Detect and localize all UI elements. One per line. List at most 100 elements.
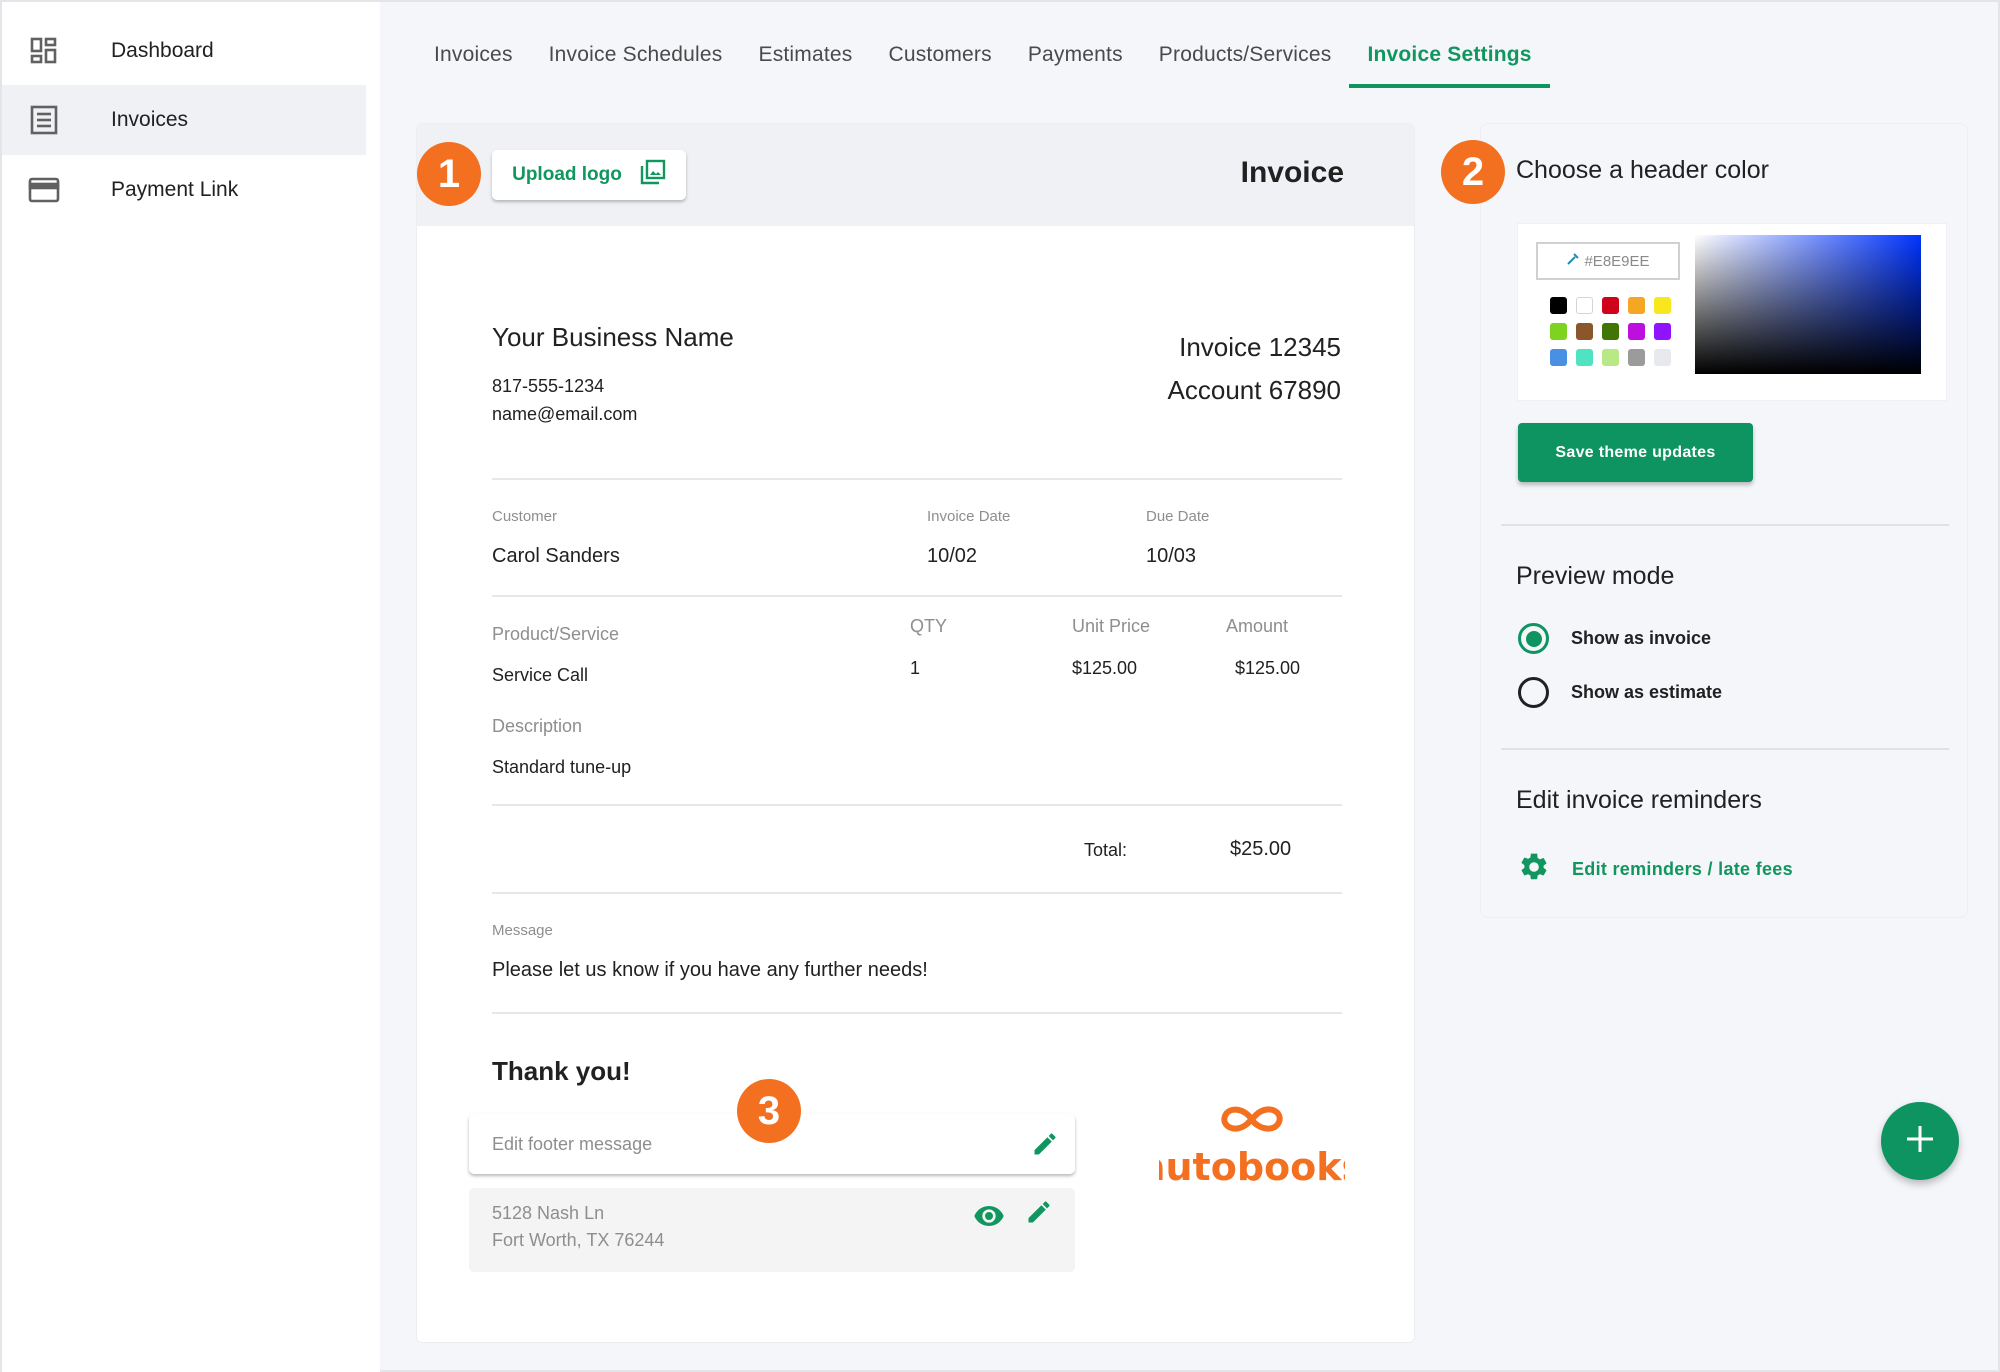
footer-address: 5128 Nash Ln Fort Worth, TX 76244 <box>469 1188 1075 1272</box>
hex-color-input[interactable]: #E8E9EE <box>1536 242 1680 280</box>
color-swatch[interactable] <box>1628 323 1645 340</box>
invoice-date-label: Invoice Date <box>927 508 1011 525</box>
total-value: $25.00 <box>1230 838 1292 860</box>
color-swatch[interactable] <box>1550 349 1567 366</box>
color-swatch[interactable] <box>1576 297 1593 314</box>
receipt-icon <box>28 104 60 136</box>
tab-estimates[interactable]: Estimates <box>740 22 870 88</box>
color-swatch[interactable] <box>1654 349 1671 366</box>
color-swatch[interactable] <box>1654 297 1671 314</box>
line-item-unit-price: $125.00 <box>1072 658 1138 678</box>
product-service-label: Product/Service <box>492 624 620 644</box>
business-phone: 817-555-1234 <box>492 376 605 396</box>
line-item-product: Service Call <box>492 665 589 685</box>
autobooks-logo: autobooks <box>1140 1094 1364 1189</box>
divider <box>492 804 1342 806</box>
amount-label: Amount <box>1226 616 1289 636</box>
pencil-icon[interactable] <box>1025 1198 1053 1234</box>
header-color-title: Choose a header color <box>1516 156 1769 184</box>
customer-value: Carol Sanders <box>492 545 620 567</box>
sidebar-item-label: Payment Link <box>111 178 239 201</box>
invoice-date-value: 10/02 <box>927 545 978 567</box>
color-swatches <box>1550 297 1671 366</box>
radio-checked-icon[interactable] <box>1518 623 1549 654</box>
total-label: Total: <box>1084 840 1128 860</box>
radio-unchecked-icon[interactable] <box>1518 677 1549 708</box>
message-label: Message <box>492 922 553 939</box>
upload-logo-label: Upload logo <box>512 164 622 185</box>
color-swatch[interactable] <box>1628 349 1645 366</box>
line-item-qty: 1 <box>910 658 921 678</box>
unit-price-label: Unit Price <box>1072 616 1151 636</box>
description-label: Description <box>492 716 583 736</box>
account-number: Account 67890 <box>1167 375 1341 405</box>
sidebar-item-invoices[interactable]: Invoices <box>2 85 366 155</box>
plus-icon <box>1905 1124 1935 1159</box>
step-badge-2: 2 <box>1441 140 1505 204</box>
due-date-label: Due Date <box>1146 508 1210 525</box>
tab-customers[interactable]: Customers <box>870 22 1009 88</box>
upload-logo-button[interactable]: Upload logo <box>492 150 686 200</box>
saturation-gradient[interactable] <box>1695 235 1921 374</box>
gear-icon <box>1518 851 1550 888</box>
edit-reminders-link[interactable]: Edit reminders / late fees <box>1518 851 1793 888</box>
pencil-icon[interactable] <box>1031 1130 1059 1163</box>
tab-invoices[interactable]: Invoices <box>416 22 531 88</box>
tab-invoice-settings[interactable]: Invoice Settings <box>1349 22 1550 88</box>
customer-label: Customer <box>492 508 558 525</box>
color-swatch[interactable] <box>1602 297 1619 314</box>
sidebar-item-dashboard[interactable]: Dashboard <box>2 16 366 86</box>
sidebar-item-payment-link[interactable]: Payment Link <box>2 155 366 225</box>
sidebar-item-label: Invoices <box>111 108 189 131</box>
color-swatch[interactable] <box>1628 297 1645 314</box>
tab-products-services[interactable]: Products/Services <box>1141 22 1350 88</box>
invoice-title: Invoice <box>1240 156 1344 189</box>
step-badge-1: 1 <box>417 142 481 206</box>
business-name: Your Business Name <box>492 322 734 352</box>
color-swatch[interactable] <box>1550 297 1567 314</box>
address-line-2: Fort Worth, TX 76244 <box>492 1230 665 1250</box>
eye-icon[interactable] <box>973 1200 1005 1240</box>
line-item-description: Standard tune-up <box>492 757 632 777</box>
hex-value: #E8E9EE <box>1584 252 1650 270</box>
top-tabs: Invoices Invoice Schedules Estimates Cus… <box>416 22 1550 88</box>
dashboard-icon <box>28 35 60 67</box>
reminders-title: Edit invoice reminders <box>1516 786 1762 814</box>
svg-text:autobooks: autobooks <box>1159 1145 1345 1189</box>
tab-invoice-schedules[interactable]: Invoice Schedules <box>531 22 741 88</box>
address-line-1: 5128 Nash Ln <box>492 1203 605 1223</box>
business-email: name@email.com <box>492 404 638 424</box>
divider <box>492 595 1342 597</box>
color-swatch[interactable] <box>1654 323 1671 340</box>
credit-card-icon <box>28 174 60 206</box>
sidebar-item-label: Dashboard <box>111 39 214 62</box>
color-swatch[interactable] <box>1550 323 1567 340</box>
radio-label: Show as estimate <box>1571 682 1723 702</box>
color-swatch[interactable] <box>1602 349 1619 366</box>
invoice-header-band: 1 Upload logo Invoice <box>417 124 1414 226</box>
divider <box>492 478 1342 480</box>
due-date-value: 10/03 <box>1146 545 1197 567</box>
divider <box>492 1012 1342 1014</box>
color-swatch[interactable] <box>1576 349 1593 366</box>
invoice-number: Invoice 12345 <box>1179 332 1341 362</box>
eyedropper-icon[interactable] <box>1566 252 1580 270</box>
radio-show-as-estimate[interactable]: Show as estimate <box>1518 677 1722 708</box>
radio-label: Show as invoice <box>1571 628 1712 648</box>
thank-you-text: Thank you! <box>492 1056 631 1086</box>
edit-reminders-label: Edit reminders / late fees <box>1572 859 1793 879</box>
color-swatch[interactable] <box>1576 323 1593 340</box>
add-fab-button[interactable] <box>1881 1102 1959 1180</box>
image-library-icon <box>640 159 666 191</box>
sidebar: Dashboard Invoices Payment Link <box>2 2 380 1372</box>
save-theme-button[interactable]: Save theme updates <box>1518 423 1753 482</box>
color-picker: #E8E9EE <box>1517 223 1947 401</box>
divider <box>492 892 1342 894</box>
step-badge-3: 3 <box>737 1079 801 1143</box>
radio-show-as-invoice[interactable]: Show as invoice <box>1518 623 1711 654</box>
divider <box>1501 748 1949 750</box>
tab-payments[interactable]: Payments <box>1010 22 1141 88</box>
color-swatch[interactable] <box>1602 323 1619 340</box>
invoice-settings-panel: 2 Choose a header color #E8E9EE Save the… <box>1441 123 1968 918</box>
message-value: Please let us know if you have any furth… <box>492 959 928 981</box>
